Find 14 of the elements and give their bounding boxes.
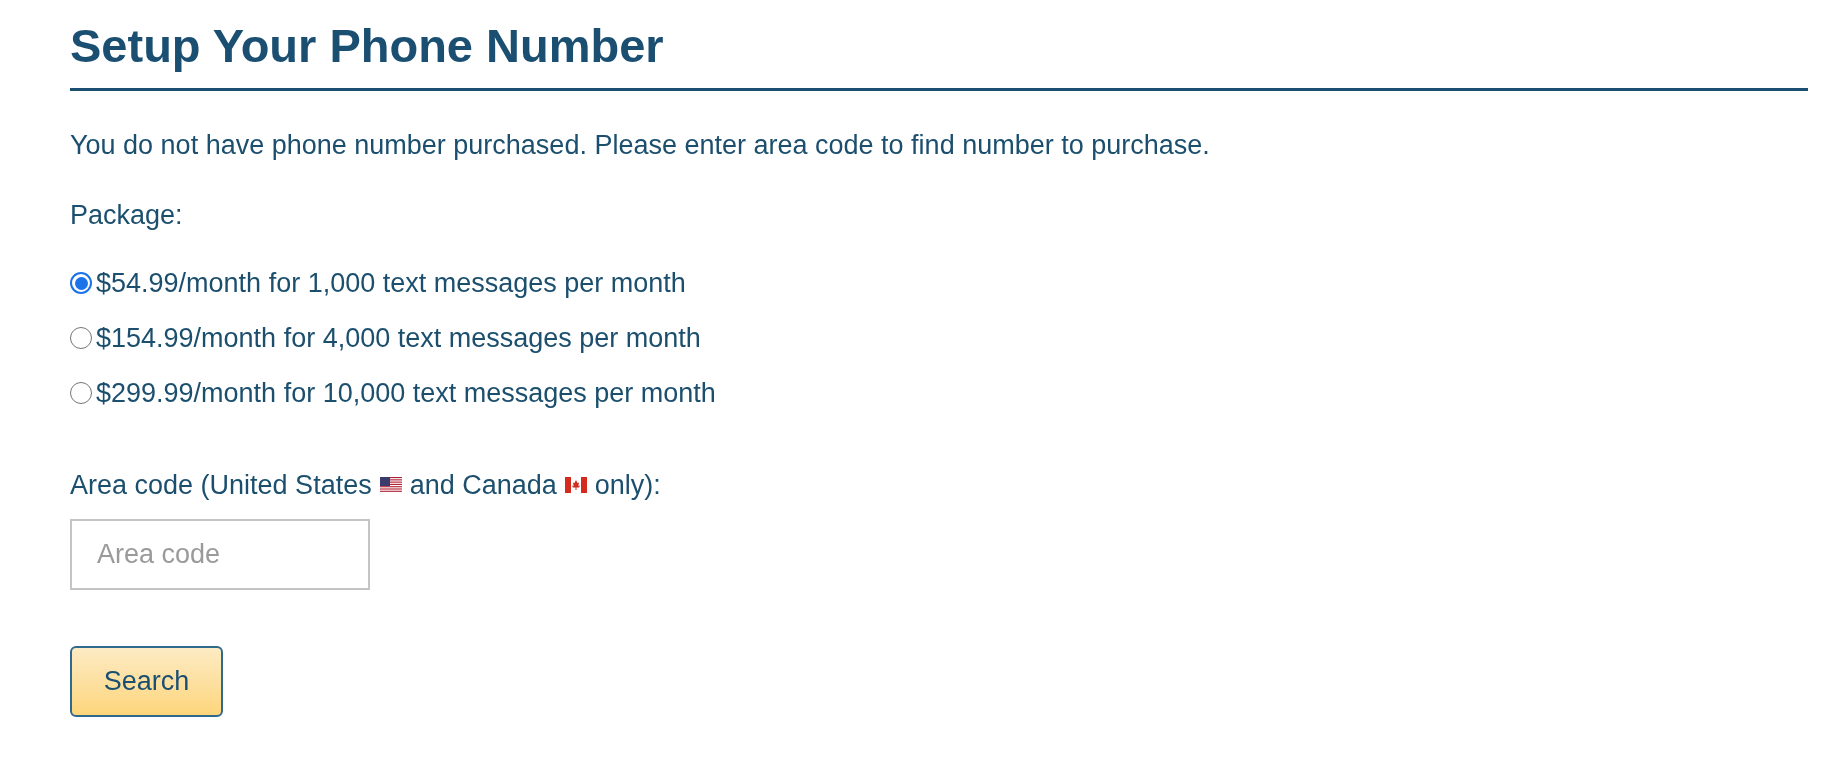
area-code-field[interactable]: Area code [70,519,370,590]
page-title: Setup Your Phone Number [70,18,665,74]
area-code-label: Area code (United States [70,469,372,501]
package-option[interactable]: $154.99/month for 4,000 text messages per month [70,322,701,354]
info-message: You do not have phone number purchased. Please enter area code to find number to purchase. [70,129,1211,161]
flag-icon [564,477,587,493]
package-option[interactable]: $54.99/month for 1,000 text messages per month [70,267,686,299]
area-code-label: and Canada [409,469,557,501]
package-label: Package: [70,199,183,231]
search-button[interactable]: Search [70,646,223,717]
radio-button[interactable] [70,272,92,294]
area-code-label: only): [594,469,661,501]
flag-icon [379,477,402,493]
package-option[interactable]: $299.99/month for 10,000 text messages per month [70,377,716,409]
